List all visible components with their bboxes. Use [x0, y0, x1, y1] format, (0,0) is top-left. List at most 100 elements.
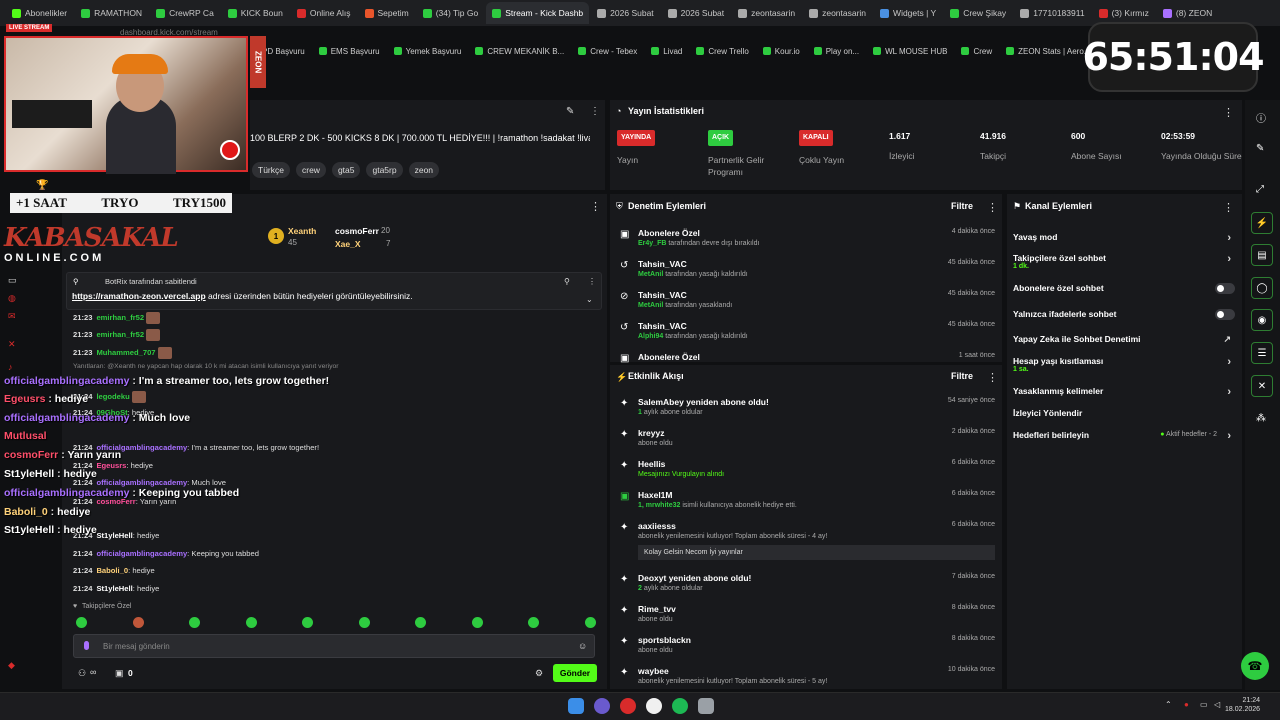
mail-icon[interactable]: ✉ [8, 311, 16, 322]
channel-action-item[interactable]: İzleyici Yönlendir [1013, 408, 1235, 418]
chat-username[interactable]: officialgamblingacademy [96, 478, 187, 487]
bookmark-item[interactable]: ZEON Stats | Aero... [1006, 47, 1090, 56]
channel-action-item[interactable]: Hedefleri belirleyin › ● Aktif hedefler - … [1013, 430, 1235, 442]
emote-icon[interactable] [76, 617, 87, 628]
bookmark-item[interactable]: Livad [651, 47, 682, 56]
pinned-link[interactable]: https://ramathon-zeon.vercel.app [72, 291, 206, 301]
stream-tag[interactable]: gta5rp [366, 162, 403, 178]
chat-more-icon[interactable]: ⋮ [590, 200, 601, 213]
activity-item[interactable]: ✦ waybee abonelik yenilemesini kutluyor! T… [620, 666, 998, 685]
emote-icon[interactable] [189, 617, 200, 628]
chat-bubble-icon[interactable]: ◯ [1251, 277, 1273, 299]
emote-icon[interactable] [528, 617, 539, 628]
moderation-item[interactable]: ▣ Abonelere Özel 1 saat önce [620, 352, 998, 364]
browser-tab[interactable]: RAMATHON [75, 2, 148, 24]
chat-username[interactable]: officialgamblingacademy [96, 549, 187, 558]
system-clock[interactable]: 21:24 18.02.2026 [1225, 696, 1260, 714]
network-icon[interactable]: ▭ [1200, 700, 1208, 709]
channel-action-item[interactable]: Abonelere özel sohbet [1013, 283, 1235, 294]
browser-tab[interactable]: (8) ZEON [1157, 2, 1218, 24]
moderation-item[interactable]: ↺ Tahsin_VAC MetAnil tarafından yasağı kal… [620, 259, 998, 278]
stream-tag[interactable]: Türkçe [252, 162, 290, 178]
pinned-more-icon[interactable]: ⋮ [588, 277, 596, 286]
chat-username[interactable]: emirhan_fr52 [96, 313, 144, 322]
mic-icon[interactable] [84, 641, 89, 650]
bookmark-item[interactable]: Crew [961, 47, 992, 56]
document-icon[interactable]: ▤ [1251, 244, 1273, 266]
opera-icon[interactable] [620, 698, 636, 714]
activity-item[interactable]: ✦ aaxiiesss abonelik yenilemesini kutluyor… [620, 521, 998, 560]
browser-tab[interactable]: Crew Şikay [944, 2, 1012, 24]
activity-item[interactable]: ▣ Haxel1M 1, mrwhite32 isimli kullanıcıya … [620, 490, 998, 509]
browser-tab[interactable]: (34) Tip Go [417, 2, 485, 24]
bookmark-item[interactable]: Crew Trello [696, 47, 749, 56]
bookmark-item[interactable]: Kour.io [762, 47, 800, 56]
browser-tab[interactable]: zeontasarin [803, 2, 872, 24]
apps-icon[interactable]: ⁂ [1256, 413, 1266, 424]
edit-icon[interactable]: ✎ [566, 106, 574, 117]
browser-tab[interactable]: 2026 Subat [591, 2, 659, 24]
activity-item[interactable]: ✦ Heellis Mesajınızı Vurgulayın alındı 6 da… [620, 459, 998, 478]
activity-item[interactable]: ✦ SalemAbey yeniden abone oldu! 1 aylık ab… [620, 397, 998, 416]
chrome-icon[interactable] [646, 698, 662, 714]
chevron-right-icon[interactable]: › [1227, 232, 1231, 244]
emote-icon[interactable] [358, 617, 370, 628]
activity-item[interactable]: ✦ kreyyz abone oldu 2 dakika önce [620, 428, 998, 447]
emote-icon[interactable] [584, 617, 596, 628]
moderation-item[interactable]: ▣ Abonelere Özel Er4y_FB tarafından devre … [620, 228, 998, 247]
browser-tab[interactable]: Sepetim [359, 2, 415, 24]
more-icon[interactable]: ⋮ [590, 106, 600, 117]
chat-username[interactable]: St1yleHell [96, 584, 132, 593]
server-icon[interactable]: ☰ [1251, 342, 1273, 364]
windows-start-icon[interactable] [568, 698, 584, 714]
moderator-name[interactable]: MetAnil [638, 302, 663, 309]
support-button[interactable]: ☎ [1241, 652, 1269, 680]
wrench-icon[interactable]: ✕ [1251, 375, 1273, 397]
users-icon[interactable]: ⚇ [78, 668, 86, 679]
pencil-icon[interactable]: ✎ [1256, 143, 1264, 154]
send-button[interactable]: Gönder [553, 664, 597, 682]
chat-username[interactable]: Baboli_0 [96, 566, 128, 575]
emote-icon[interactable] [132, 617, 144, 628]
bookmark-item[interactable]: WL MOUSE HUB [873, 47, 947, 56]
gift-icon[interactable]: ▣ [115, 668, 124, 679]
kick-icon[interactable]: ◆ [8, 660, 15, 671]
stream-tag[interactable]: zeon [408, 162, 440, 178]
chevron-right-icon[interactable]: › [1227, 386, 1231, 398]
app-icon[interactable] [698, 698, 714, 714]
bookmark-item[interactable]: Yemek Başvuru [393, 47, 461, 56]
channel-action-item[interactable]: Yasaklanmış kelimeler › [1013, 386, 1235, 398]
emote-icon[interactable] [245, 617, 257, 628]
info-icon[interactable]: ⓘ [1256, 110, 1266, 125]
browser-tab[interactable]: (3) Kırmız [1093, 2, 1155, 24]
chevron-right-icon[interactable]: › [1227, 253, 1231, 265]
discord-icon[interactable]: ◍ [8, 293, 16, 304]
activity-item[interactable]: ✦ Deoxyt yeniden abone oldu! 2 aylık abone… [620, 573, 998, 592]
browser-tab[interactable]: 17710183911 [1014, 2, 1090, 24]
lightning-icon[interactable]: ⚡ [1251, 212, 1273, 234]
activity-item[interactable]: ✦ Rime_tvv abone oldu 8 dakika önce [620, 604, 998, 623]
channel-actions-more-icon[interactable]: ⋮ [1223, 201, 1234, 214]
bookmark-item[interactable]: CREW MEKANİK B... [475, 47, 564, 56]
volume-icon[interactable]: ◁ [1214, 700, 1220, 709]
emote-icon[interactable] [471, 617, 483, 628]
moderator-name[interactable]: MetAnil [638, 271, 663, 278]
top-gifter-1-name[interactable]: Xeanth [288, 226, 316, 236]
chevron-right-icon[interactable]: › [1227, 356, 1231, 368]
moderator-name[interactable]: Alphi94 [638, 333, 663, 340]
spotify-icon[interactable] [672, 698, 688, 714]
activity-filter-button[interactable]: Filtre [951, 371, 973, 381]
chevron-right-icon[interactable]: › [1227, 430, 1231, 442]
moderation-more-icon[interactable]: ⋮ [987, 201, 998, 214]
moderator-name[interactable]: Er4y_FB [638, 240, 666, 247]
toggle-switch[interactable] [1215, 309, 1235, 320]
browser-tab[interactable]: CrewRP Ca [150, 2, 220, 24]
bookmark-item[interactable]: EMS Başvuru [318, 47, 380, 56]
browser-tab[interactable]: KICK Boun [222, 2, 289, 24]
chat-username[interactable]: Muhammed_707 [96, 348, 155, 357]
moderation-item[interactable]: ⊘ Tahsin_VAC MetAnil tarafından yasaklandı… [620, 290, 998, 309]
tray-chevron-icon[interactable]: ⌃ [1165, 700, 1172, 709]
unpin-icon[interactable]: ⚲ [564, 277, 570, 286]
emoji-icon[interactable]: ☺ [578, 641, 587, 651]
browser-tab[interactable]: zeontasarin [732, 2, 801, 24]
